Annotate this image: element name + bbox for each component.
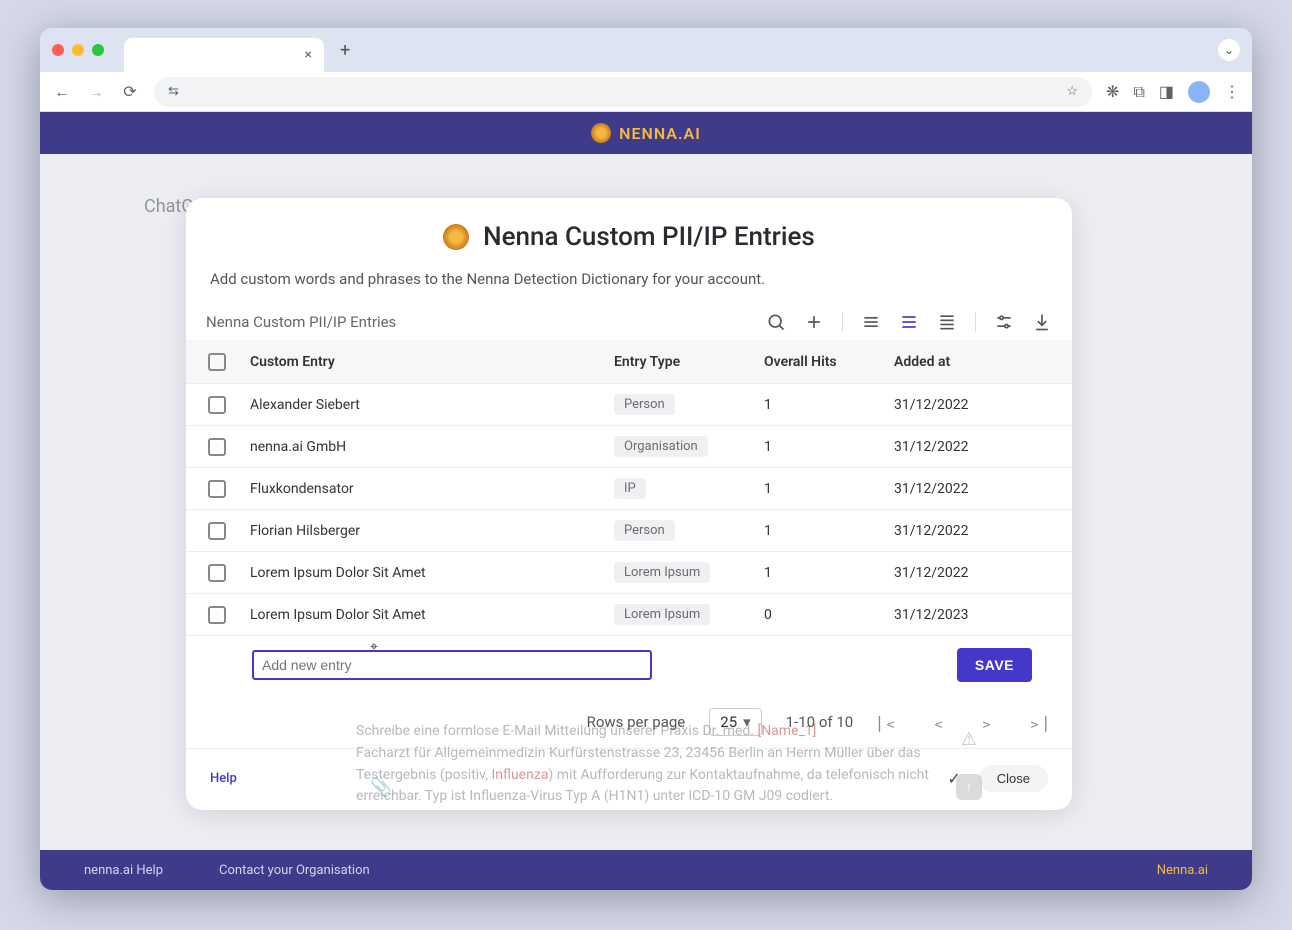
back-button[interactable]: ← — [52, 82, 72, 102]
col-added-at[interactable]: Added at — [894, 354, 1064, 370]
table-header: Custom Entry Entry Type Overall Hits Add… — [186, 340, 1072, 384]
cell-hits: 1 — [764, 565, 894, 581]
bookmark-star-icon[interactable]: ☆ — [1066, 84, 1078, 99]
browser-tab[interactable]: × — [124, 38, 324, 72]
cell-hits: 1 — [764, 523, 894, 539]
cell-entry: Fluxkondensator — [250, 481, 614, 497]
footer-contact-link[interactable]: Contact your Organisation — [219, 863, 370, 878]
table-row[interactable]: Alexander Siebert Person 1 31/12/2022 — [186, 384, 1072, 426]
site-settings-icon[interactable]: ⇆ — [168, 84, 179, 99]
density-compact-icon[interactable] — [861, 312, 881, 332]
table-row[interactable]: nenna.ai GmbH Organisation 1 31/12/2022 — [186, 426, 1072, 468]
kebab-menu-icon[interactable]: ⋮ — [1224, 82, 1240, 101]
cell-entry: nenna.ai GmbH — [250, 439, 614, 455]
cell-added: 31/12/2022 — [894, 439, 1064, 455]
modal-title: Nenna Custom PII/IP Entries — [483, 222, 815, 252]
cell-entry: Florian Hilsberger — [250, 523, 614, 539]
cell-entry: Lorem Ipsum Dolor Sit Amet — [250, 607, 614, 623]
cell-hits: 1 — [764, 439, 894, 455]
close-window-button[interactable] — [52, 44, 64, 56]
brand-title: NENNA.AI — [619, 124, 701, 143]
row-checkbox[interactable] — [208, 480, 226, 498]
cell-hits: 0 — [764, 607, 894, 623]
entry-type-chip: Person — [614, 394, 675, 415]
side-panel-icon[interactable]: ◨ — [1159, 82, 1174, 101]
modal-description: Add custom words and phrases to the Nenn… — [186, 270, 1072, 288]
close-tab-icon[interactable]: × — [305, 47, 312, 63]
tab-strip: × + ⌄ — [40, 28, 1252, 72]
filter-settings-icon[interactable] — [994, 312, 1014, 332]
table-row[interactable]: Lorem Ipsum Dolor Sit Amet Lorem Ipsum 0… — [186, 594, 1072, 636]
select-all-checkbox[interactable] — [208, 353, 226, 371]
url-field[interactable]: ⇆ ☆ — [154, 77, 1092, 107]
cell-added: 31/12/2022 — [894, 397, 1064, 413]
pii-entries-modal: Nenna Custom PII/IP Entries Add custom w… — [186, 198, 1072, 810]
table-row[interactable]: Fluxkondensator IP 1 31/12/2022 — [186, 468, 1072, 510]
row-checkbox[interactable] — [208, 396, 226, 414]
col-custom-entry[interactable]: Custom Entry — [250, 354, 614, 370]
add-entry-input[interactable] — [252, 650, 652, 680]
table-toolbar: Nenna Custom PII/IP Entries — [186, 312, 1072, 332]
app-header: NENNA.AI — [40, 112, 1252, 154]
add-icon[interactable] — [804, 312, 824, 332]
cell-added: 31/12/2023 — [894, 607, 1064, 623]
density-default-icon[interactable] — [899, 312, 919, 332]
table-row[interactable]: Florian Hilsberger Person 1 31/12/2022 — [186, 510, 1072, 552]
modal-logo-icon — [443, 224, 469, 250]
content-area: ChatGPT 4 ⌄ Nenna Custom PII/IP Entries … — [40, 154, 1252, 850]
cell-added: 31/12/2022 — [894, 565, 1064, 581]
download-icon[interactable] — [1032, 312, 1052, 332]
entry-type-chip: IP — [614, 478, 646, 499]
add-entry-row: SAVE — [186, 636, 1072, 694]
save-button[interactable]: SAVE — [957, 648, 1032, 682]
row-checkbox[interactable] — [208, 438, 226, 456]
entry-type-chip: Organisation — [614, 436, 708, 457]
cell-hits: 1 — [764, 397, 894, 413]
footer-help-link[interactable]: nenna.ai Help — [84, 863, 163, 878]
maximize-window-button[interactable] — [92, 44, 104, 56]
row-checkbox[interactable] — [208, 606, 226, 624]
warning-icon[interactable]: ⚠ — [961, 729, 977, 750]
density-comfortable-icon[interactable] — [937, 312, 957, 332]
row-checkbox[interactable] — [208, 564, 226, 582]
send-up-icon[interactable]: ↑ — [956, 774, 982, 800]
app-footer: nenna.ai Help Contact your Organisation … — [40, 850, 1252, 890]
entry-type-chip: Person — [614, 520, 675, 541]
profile-avatar-icon[interactable] — [1188, 81, 1210, 103]
browser-window: × + ⌄ ← → ⟳ ⇆ ☆ ❋ ⧉ ◨ ⋮ NENNA.AI ChatGPT… — [40, 28, 1252, 890]
col-overall-hits[interactable]: Overall Hits — [764, 354, 894, 370]
help-link[interactable]: Help — [210, 771, 237, 786]
entry-type-chip: Lorem Ipsum — [614, 562, 710, 583]
cell-added: 31/12/2022 — [894, 481, 1064, 497]
minimize-window-button[interactable] — [72, 44, 84, 56]
background-chat-text: Schreibe eine formlose E-Mail Mitteilung… — [356, 721, 996, 808]
window-controls — [52, 44, 104, 56]
reload-button[interactable]: ⟳ — [120, 82, 140, 101]
entries-table: Custom Entry Entry Type Overall Hits Add… — [186, 340, 1072, 636]
address-bar: ← → ⟳ ⇆ ☆ ❋ ⧉ ◨ ⋮ — [40, 72, 1252, 112]
toolbar-title: Nenna Custom PII/IP Entries — [206, 313, 396, 331]
entry-type-chip: Lorem Ipsum — [614, 604, 710, 625]
new-tab-button[interactable]: + — [332, 40, 358, 61]
row-checkbox[interactable] — [208, 522, 226, 540]
last-page-icon[interactable]: ﹥| — [1026, 709, 1048, 735]
cell-added: 31/12/2022 — [894, 523, 1064, 539]
cell-hits: 1 — [764, 481, 894, 497]
extensions-icon[interactable]: ⧉ — [1133, 82, 1144, 102]
footer-brand-link[interactable]: Nenna.ai — [1157, 863, 1208, 878]
tab-overflow-button[interactable]: ⌄ — [1218, 39, 1240, 61]
cell-entry: Lorem Ipsum Dolor Sit Amet — [250, 565, 614, 581]
extension-nenna-icon[interactable]: ❋ — [1106, 82, 1119, 101]
forward-button[interactable]: → — [86, 82, 106, 102]
search-icon[interactable] — [766, 312, 786, 332]
brand-logo-icon — [591, 123, 611, 143]
cell-entry: Alexander Siebert — [250, 397, 614, 413]
col-entry-type[interactable]: Entry Type — [614, 354, 764, 370]
table-row[interactable]: Lorem Ipsum Dolor Sit Amet Lorem Ipsum 1… — [186, 552, 1072, 594]
